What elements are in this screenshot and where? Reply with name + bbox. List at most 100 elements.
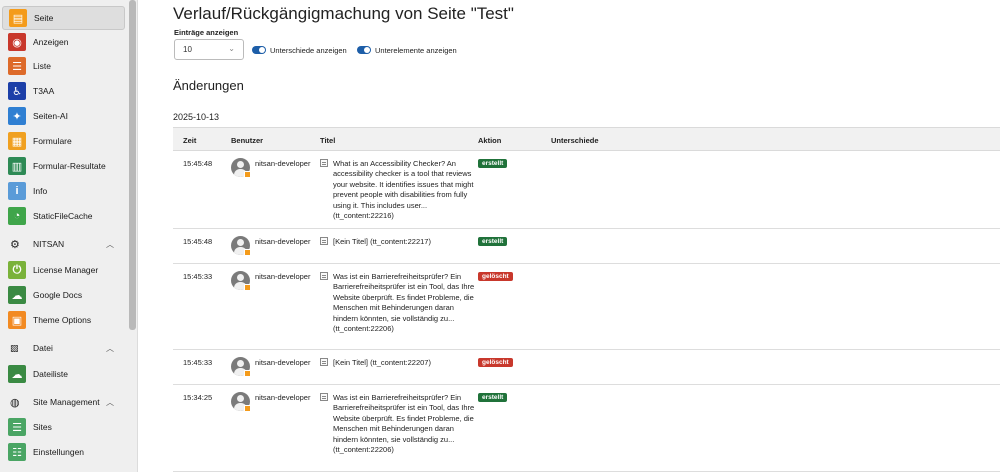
file-list-icon: ☁: [8, 365, 26, 383]
sidebar-group-datei[interactable]: ▨ Datei ︿: [0, 337, 128, 359]
user-badge-icon: [244, 249, 251, 256]
sidebar-item-sites[interactable]: ☰ Sites: [0, 415, 128, 439]
user-badge-icon: [244, 284, 251, 291]
sidebar-item-t3aa[interactable]: ♿ T3AA: [0, 79, 128, 103]
toggle-switch[interactable]: [252, 46, 266, 54]
sidebar-item-label: Formulare: [33, 136, 72, 146]
chevron-up-icon: ︿: [106, 343, 114, 353]
row-title: What is an Accessibility Checker? An acc…: [333, 159, 474, 221]
theme-options-icon: ▣: [8, 311, 26, 329]
globe-icon: ◍: [10, 396, 20, 409]
sidebar-item-label: Liste: [33, 61, 51, 71]
list-icon: ☰: [8, 57, 26, 75]
sidebar-group-nitsan[interactable]: ⚙ NITSAN ︿: [0, 233, 128, 255]
row-time: 15:45:33: [183, 272, 213, 281]
content-record-icon: [320, 272, 328, 280]
sidebar-item-info[interactable]: i Info: [0, 179, 128, 203]
content-record-icon: [320, 393, 328, 401]
column-differences: Unterschiede: [551, 136, 599, 145]
entries-label: Einträge anzeigen: [174, 28, 239, 37]
sidebar-item-label: T3AA: [33, 86, 55, 96]
settings-icon: ☷: [8, 443, 26, 461]
table-row: 15:34:25 nitsan-developer Was ist ein Ba…: [173, 385, 1000, 472]
eye-icon: ◉: [8, 33, 26, 51]
sidebar-item-anzeigen[interactable]: ◉ Anzeigen: [0, 30, 128, 54]
row-time: 15:45:33: [183, 358, 213, 367]
info-icon: i: [8, 182, 26, 200]
action-badge: gelöscht: [478, 272, 513, 281]
table-row: 15:45:48 nitsan-developer [Kein Titel] (…: [173, 229, 1000, 264]
sidebar-item-label: Seite: [34, 13, 54, 23]
sidebar-item-dateiliste[interactable]: ☁ Dateiliste: [0, 362, 128, 386]
date-heading: 2025-10-13: [173, 112, 220, 122]
content-record-icon: [320, 237, 328, 245]
entries-select[interactable]: 10 ⌄: [174, 39, 244, 60]
sidebar-item-label: Einstellungen: [33, 447, 85, 457]
row-user: nitsan-developer: [255, 237, 311, 246]
row-title: Was ist ein Barrierefreiheitsprüfer? Ein…: [333, 272, 475, 334]
chevron-up-icon: ︿: [106, 239, 114, 249]
sidebar-item-label: Sites: [33, 422, 52, 432]
sidebar-item-google-docs[interactable]: ☁ Google Docs: [0, 283, 128, 307]
sidebar-item-seite[interactable]: ▤ Seite: [2, 6, 125, 30]
row-user: nitsan-developer: [255, 393, 311, 402]
sidebar-group-label: Site Management: [33, 397, 100, 407]
toggle-switch[interactable]: [357, 46, 371, 54]
sidebar-item-theme-options[interactable]: ▣ Theme Options: [0, 308, 128, 332]
sidebar-item-license-manager[interactable]: ⏻ License Manager: [0, 258, 128, 282]
sidebar-scrollbar[interactable]: [129, 0, 136, 330]
action-badge: erstellt: [478, 159, 508, 168]
table-row: 15:45:33 nitsan-developer [Kein Titel] (…: [173, 350, 1000, 385]
toggle-show-differences[interactable]: Unterschiede anzeigen: [252, 45, 347, 55]
sidebar-item-label: Dateiliste: [33, 369, 68, 379]
chevron-up-icon: ︿: [106, 397, 114, 407]
table-row: 15:45:48 nitsan-developer What is an Acc…: [173, 151, 1000, 229]
row-title: Was ist ein Barrierefreiheitsprüfer? Ein…: [333, 393, 475, 455]
entries-select-value: 10: [183, 45, 192, 54]
image-icon: ▨: [10, 342, 19, 353]
sites-icon: ☰: [8, 418, 26, 436]
column-action: Aktion: [478, 136, 502, 145]
sidebar-item-label: Anzeigen: [33, 37, 69, 47]
ai-sparkle-icon: ✦: [8, 107, 26, 125]
google-docs-icon: ☁: [8, 286, 26, 304]
page-title: Verlauf/Rückgängigmachung von Seite "Tes…: [173, 4, 514, 23]
row-title: [Kein Titel] (tt_content:22217): [333, 237, 431, 246]
sidebar-item-formular-resultate[interactable]: ▥ Formular-Resultate: [0, 154, 128, 178]
sidebar-item-staticfilecache[interactable]: ◔ StaticFileCache: [0, 204, 128, 228]
sidebar-item-label: Info: [33, 186, 48, 196]
row-title: [Kein Titel] (tt_content:22207): [333, 358, 431, 367]
column-time: Zeit: [183, 136, 197, 145]
main-content: Verlauf/Rückgängigmachung von Seite "Tes…: [158, 0, 1000, 472]
toggle-show-subelements[interactable]: Unterelemente anzeigen: [357, 45, 457, 55]
action-badge: erstellt: [478, 393, 508, 402]
sidebar-item-label: Seiten-AI: [33, 111, 68, 121]
row-user: nitsan-developer: [255, 272, 311, 281]
content-record-icon: [320, 358, 328, 366]
row-time: 15:45:48: [183, 237, 213, 246]
user-badge-icon: [244, 171, 251, 178]
sidebar-item-label: License Manager: [33, 265, 99, 275]
sidebar-item-label: StaticFileCache: [33, 211, 93, 221]
cache-icon: ◔: [8, 207, 26, 225]
row-time: 15:34:25: [183, 393, 213, 402]
sidebar-item-label: Google Docs: [33, 290, 83, 300]
content-record-icon: [320, 159, 328, 167]
sidebar-group-label: NITSAN: [33, 239, 65, 249]
form-results-icon: ▥: [8, 157, 26, 175]
row-user: nitsan-developer: [255, 358, 311, 367]
module-sidebar: ▤ Seite ◉ Anzeigen ☰ Liste ♿ T3AA ✦ Seit…: [0, 0, 138, 472]
row-time: 15:45:48: [183, 159, 213, 168]
sidebar-item-formulare[interactable]: ▦ Formulare: [0, 129, 128, 153]
sidebar-group-site-management[interactable]: ◍ Site Management ︿: [0, 391, 128, 413]
sidebar-group-label: Datei: [33, 343, 53, 353]
sidebar-item-label: Formular-Resultate: [33, 161, 106, 171]
accessibility-icon: ♿: [8, 82, 26, 100]
form-icon: ▦: [8, 132, 26, 150]
toggle-label: Unterelemente anzeigen: [375, 45, 457, 55]
sidebar-item-einstellungen[interactable]: ☷ Einstellungen: [0, 440, 128, 464]
license-icon: ⏻: [8, 261, 26, 279]
sidebar-item-liste[interactable]: ☰ Liste: [0, 54, 128, 78]
user-badge-icon: [244, 405, 251, 412]
sidebar-item-seiten-ai[interactable]: ✦ Seiten-AI: [0, 104, 128, 128]
